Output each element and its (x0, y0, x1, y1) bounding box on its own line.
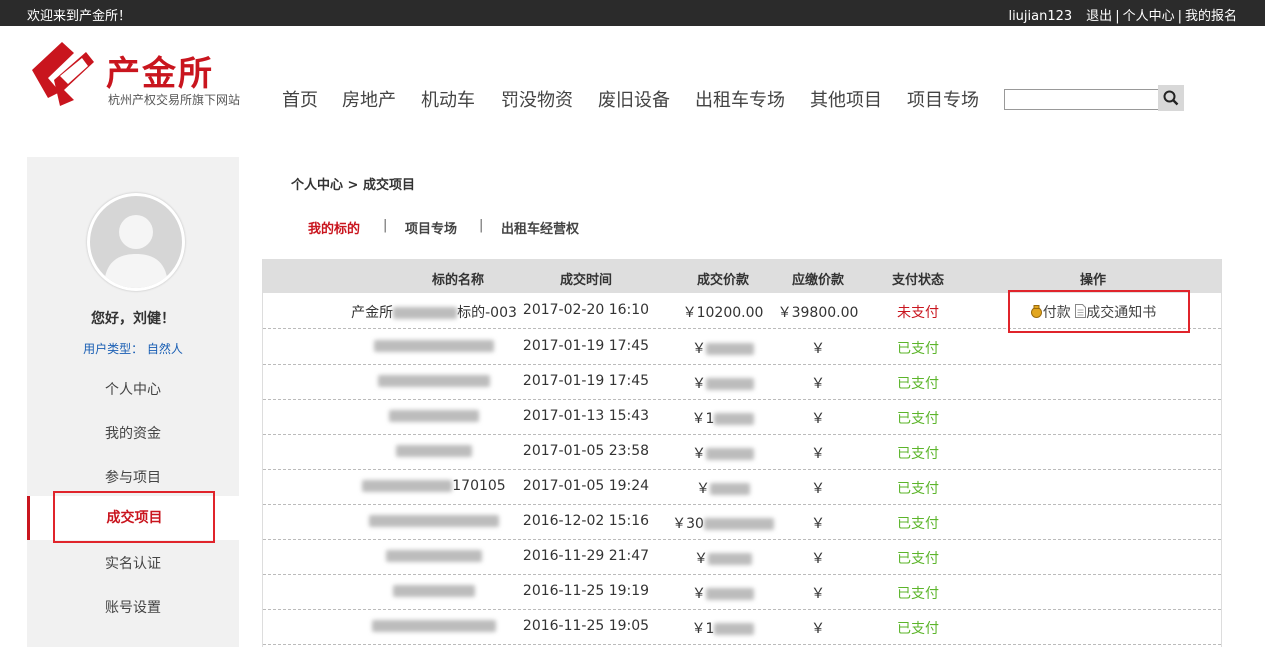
cell-time: 2016-11-25 19:05 (522, 618, 650, 634)
nav-item-home[interactable]: 首页 (282, 86, 318, 112)
table-header: 标的名称 成交时间 成交价款 应缴价款 支付状态 操作 (263, 259, 1221, 293)
sidebar-item-my-funds[interactable]: 我的资金 (27, 423, 239, 443)
nav-item-confiscated[interactable]: 罚没物资 (501, 86, 573, 112)
my-signups-link[interactable]: 我的报名 (1185, 9, 1237, 24)
table-row: 2016-11-25 19:19 ￥ ￥ 已支付 (263, 574, 1221, 610)
breadcrumb: 个人中心 > 成交项目 (291, 178, 415, 193)
redacted-block (396, 445, 472, 457)
cell-status: 已支付 (897, 621, 939, 637)
redacted-block (393, 307, 458, 319)
cell-status: 已支付 (897, 376, 939, 392)
table-row: 2017-01-19 17:45 ￥ ￥ 已支付 (263, 329, 1221, 365)
logo-title[interactable]: 产金所 (106, 46, 214, 95)
cell-status: 已支付 (897, 481, 939, 497)
cell-time: 2017-01-05 19:24 (522, 478, 650, 494)
cell-status: 已支付 (897, 341, 939, 357)
redacted-block (369, 515, 499, 527)
table-row: 2017-01-05 23:58 ￥ ￥ 已支付 (263, 434, 1221, 470)
nav-item-taxi[interactable]: 出租车专场 (695, 86, 785, 112)
sidebar-item-personal-center[interactable]: 个人中心 (27, 379, 239, 399)
cell-price-text: ￥ (694, 551, 708, 567)
search-button[interactable] (1158, 85, 1184, 111)
header-time: 成交时间 (559, 273, 612, 288)
nav-item-special[interactable]: 项目专场 (907, 86, 979, 112)
nav-item-other[interactable]: 其他项目 (810, 86, 882, 112)
redacted-block (393, 585, 475, 597)
nav-item-equipment[interactable]: 废旧设备 (598, 86, 670, 112)
table-row: 2017-01-13 15:43 ￥1 ￥ 已支付 (263, 399, 1221, 435)
cell-time: 2017-01-19 17:45 (522, 338, 650, 354)
username-link[interactable]: liujian123 (1008, 9, 1072, 24)
redacted-block (372, 620, 496, 632)
logo-subtitle: 杭州产权交易所旗下网站 (108, 93, 241, 107)
table-row: 2016-12-02 15:16 ￥30 ￥ 已支付 (263, 504, 1221, 540)
cell-price-text: ￥ (692, 376, 706, 392)
tab-separator: | (383, 218, 388, 233)
cell-price-text: ￥ (692, 586, 706, 602)
cell-time: 2017-01-05 23:58 (522, 443, 650, 459)
sidebar-item-account-settings[interactable]: 账号设置 (27, 597, 239, 617)
tab-taxi-rights[interactable]: 出租车经营权 (501, 218, 579, 237)
header-status: 支付状态 (891, 273, 944, 288)
cell-name-tail: 标的-003 (457, 305, 517, 321)
avatar (87, 193, 185, 291)
logo-mark[interactable] (30, 40, 96, 108)
redacted-block (386, 550, 482, 562)
cell-price-text: ￥ (696, 481, 710, 497)
personal-center-link[interactable]: 个人中心 (1123, 9, 1175, 24)
welcome-text: 欢迎来到产金所！ (27, 9, 132, 24)
nav-item-real-estate[interactable]: 房地产 (342, 86, 396, 112)
separator: | (1115, 9, 1120, 24)
cell-status: 未支付 (897, 305, 939, 321)
cell-name-text: 产金所 (351, 305, 394, 321)
greeting: 您好，刘健！ (91, 311, 175, 327)
cell-time: 2017-01-19 17:45 (522, 373, 650, 389)
search-icon (1163, 90, 1179, 106)
tab-separator: | (479, 218, 484, 233)
cell-price-text: ￥1 (691, 411, 715, 427)
cell-status: 已支付 (897, 411, 939, 427)
nav-item-vehicles[interactable]: 机动车 (421, 86, 475, 112)
cell-time: 2016-12-02 15:16 (522, 513, 650, 529)
tab-my-items[interactable]: 我的标的 (308, 218, 360, 237)
search-input[interactable] (1004, 89, 1160, 110)
cell-time: 2017-01-13 15:43 (522, 408, 650, 424)
user-silhouette-icon (104, 215, 168, 288)
tab-special[interactable]: 项目专场 (405, 218, 457, 237)
redacted-block (374, 340, 494, 352)
table-row: 2016-11-25 19:05 ￥1 ￥ 已支付 (263, 609, 1221, 645)
cell-time: 2016-11-29 21:47 (522, 548, 650, 564)
sidebar-item-participated[interactable]: 参与项目 (27, 467, 239, 487)
redacted-block (378, 375, 490, 387)
redacted-block (362, 480, 453, 492)
cell-status: 已支付 (897, 516, 939, 532)
cell-price-text: ￥30 (672, 516, 704, 532)
separator: | (1177, 9, 1182, 24)
user-type: 用户类型： 自然人 (83, 342, 183, 356)
highlight-box (53, 491, 215, 543)
cell-time: 2017-02-20 16:10 (522, 302, 650, 318)
sidebar: 您好，刘健！ 用户类型： 自然人 个人中心 我的资金 参与项目 成交项目 实名认… (27, 157, 239, 647)
top-bar: 欢迎来到产金所！ liujian123 退出 | 个人中心 | 我的报名 (0, 0, 1265, 26)
cell-name-tail: 170105 (452, 478, 506, 494)
top-bar-links: liujian123 退出 | 个人中心 | 我的报名 (1008, 5, 1237, 24)
cell-status: 已支付 (897, 586, 939, 602)
table-row: 2016-11-29 21:47 ￥ ￥ 已支付 (263, 539, 1221, 575)
sidebar-item-verification[interactable]: 实名认证 (27, 553, 239, 573)
cell-time: 2016-11-25 19:19 (522, 583, 650, 599)
cell-price-text: ￥ (692, 341, 706, 357)
cell-price-text: ￥ (692, 446, 706, 462)
cell-status: 已支付 (897, 551, 939, 567)
highlight-box (1008, 290, 1190, 333)
table-row: 2017-01-19 17:45 ￥ ￥ 已支付 (263, 364, 1221, 400)
cell-price-text: ￥1 (691, 621, 715, 637)
redacted-block (389, 410, 479, 422)
header-actions: 操作 (1079, 273, 1106, 288)
logout-link[interactable]: 退出 (1086, 9, 1112, 24)
table-row: 170105 2017-01-05 19:24 ￥ ￥ 已支付 (263, 469, 1221, 505)
cell-status: 已支付 (897, 446, 939, 462)
